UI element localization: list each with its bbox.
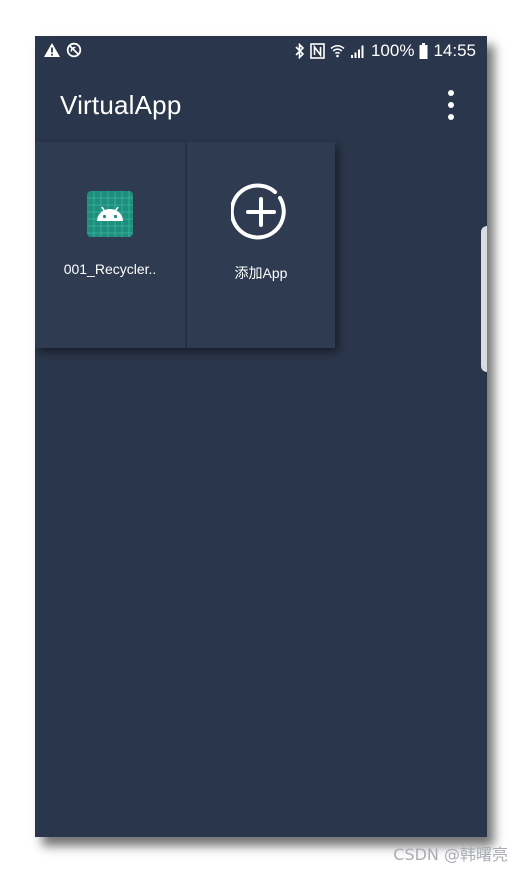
android-app-icon: [87, 191, 133, 237]
app-label: 001_Recycler..: [63, 261, 157, 277]
status-bar: 100% 14:55: [35, 36, 487, 66]
bluetooth-icon: [295, 43, 305, 59]
phone-screen: 100% 14:55 VirtualApp 001_Recycler.. 添加A…: [35, 36, 487, 837]
watermark: CSDN @韩曙亮: [393, 845, 508, 864]
menu-dot: [448, 90, 454, 96]
menu-dot: [448, 102, 454, 108]
menu-dot: [448, 114, 454, 120]
app-grid: 001_Recycler.. 添加App: [35, 142, 335, 348]
wifi-icon: [330, 43, 345, 59]
warning-icon: [44, 43, 60, 57]
add-app-tile[interactable]: 添加App: [187, 142, 335, 348]
status-right: 100% 14:55: [295, 41, 476, 61]
no-sync-icon: [66, 42, 82, 58]
signal-icon: [350, 44, 366, 59]
add-app-label: 添加App: [234, 265, 288, 281]
screenshot-canvas: 100% 14:55 VirtualApp 001_Recycler.. 添加A…: [0, 0, 522, 874]
scroll-handle[interactable]: [481, 226, 487, 372]
app-tile-recycler[interactable]: 001_Recycler..: [35, 142, 187, 348]
battery-percentage: 100%: [370, 41, 415, 60]
nfc-icon: [310, 43, 325, 59]
status-left: [44, 42, 82, 58]
app-title: VirtualApp: [60, 90, 182, 120]
app-bar: VirtualApp: [35, 66, 487, 142]
clock: 14:55: [433, 41, 476, 60]
add-circle-icon: [229, 182, 291, 242]
battery-icon: [419, 43, 428, 59]
more-vert-icon[interactable]: [441, 88, 461, 122]
